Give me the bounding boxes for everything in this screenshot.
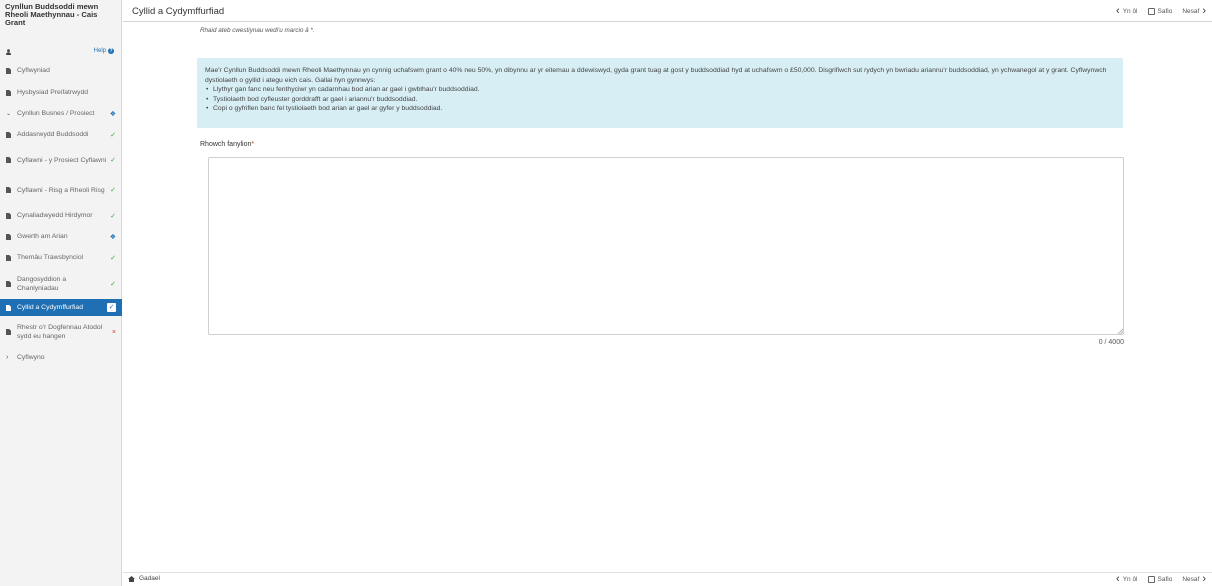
required-note: Rhaid ateb cwestiynau wedi'u marcio â *. [200,27,315,34]
document-icon [6,187,11,193]
save-icon [1147,7,1155,15]
details-label-text: Rhowch fanylion [200,141,252,148]
info-paragraph: Mae'r Cynllun Buddsoddi mewn Rheoli Maet… [205,67,1107,84]
required-marker: * [251,141,255,148]
check-icon: ✓ [110,212,116,220]
chevron-left-icon: ‹ [1116,5,1120,17]
sidebar-item-cyflawni-prosiect[interactable]: Cyflawni - y Prosiect Cyflawni ✓ [0,145,122,175]
sidebar-item-label: Cyllid a Cydymffurfiad [17,304,83,311]
sidebar-item-cyflawni-risg[interactable]: Cyflawni - Risg a Rheoli Risg ✓ [0,175,122,205]
sidebar-item-label: Cynaliadwyedd Hirdymor [17,212,93,219]
sidebar-item-label: Cyflawni - Risg a Rheoli Risg [17,186,105,194]
help-row: Help ? [0,45,122,59]
sidebar-item-label: Cyflwyno [17,354,45,361]
cross-icon: × [111,328,116,336]
info-icon: ❖ [109,233,116,241]
info-icon: ❖ [109,110,116,118]
save-icon [1147,575,1155,583]
sidebar-item-cyflwyniad[interactable]: Cyflwyniad [0,59,122,82]
top-toolbar: ‹ Yn ôl Safio Nesaf › [1116,5,1206,17]
chevron-right-icon: › [1202,5,1206,17]
page-title: Cyllid a Cydymffurfiad [132,6,225,17]
sidebar: Cynllun Buddsoddi mewn Rheoli Maethynnau… [0,0,122,586]
sidebar-item-label: Cynllun Busnes / Prosiect [17,110,95,117]
back-label: Yn ôl [1122,7,1138,15]
check-icon: ✓ [110,157,116,164]
back-button[interactable]: ‹ Yn ôl [1116,573,1138,585]
check-icon: ✓ [110,280,116,288]
char-count: 0 / 4000 [1098,339,1124,346]
next-button[interactable]: Nesaf › [1182,5,1206,17]
check-icon: ✓ [110,254,116,262]
resize-grip-icon[interactable] [1117,328,1123,334]
help-label: Help [93,48,106,54]
sidebar-item-label: Rhestr o'r Dogfennau Atodol sydd eu hang… [17,324,103,340]
list-item: Tystiolaeth bod cyfleuster gorddrafft ar… [205,95,1115,105]
check-icon: ✓ [110,187,116,194]
document-icon [6,67,11,74]
document-icon [6,89,11,96]
sidebar-item-rhestr-dogfennau[interactable]: Rhestr o'r Dogfennau Atodol sydd eu hang… [0,316,122,348]
sidebar-item-hysbysiad[interactable]: Hysbysiad Preifatrwydd [0,82,122,103]
sidebar-item-cyllid[interactable]: Cyllid a Cydymffurfiad ✓ [0,299,122,316]
page-header: Cyllid a Cydymffurfiad ‹ Yn ôl Safio Nes… [123,0,1212,22]
bottom-bar: Gadael ‹ Yn ôl Safio Nesaf › [123,572,1212,586]
exit-button[interactable]: Gadael [128,575,160,582]
save-button[interactable]: Safio [1147,575,1173,583]
sidebar-item-cynllun-busnes[interactable]: ⌄ Cynllun Busnes / Prosiect ❖ [0,103,122,124]
sidebar-item-label: Addasrwydd Buddsoddi [17,131,89,138]
sidebar-item-label: Cyflwyniad [17,67,50,74]
list-item: Copi o gyfriflen banc fel tystiolaeth bo… [205,104,1115,114]
details-label: Rhowch fanylion* [200,141,254,148]
details-textarea[interactable] [208,157,1124,335]
help-link[interactable]: Help ? [94,48,114,54]
save-label: Safio [1157,575,1173,583]
checkbox-check-icon: ✓ [107,303,116,312]
sidebar-item-cyflwyno[interactable]: › Cyflwyno [0,348,122,367]
save-button[interactable]: Safio [1147,7,1173,15]
chevron-right-icon: › [6,354,9,361]
document-icon [6,304,11,311]
sidebar-item-dangosyddion[interactable]: Dangosyddion a Chanlyniadau ✓ [0,268,122,299]
sidebar-item-label: Dangosyddion a Chanlyniadau [17,275,67,292]
document-icon [6,280,11,287]
exit-label: Gadael [139,575,160,582]
user-icon [6,49,11,55]
next-label: Nesaf [1182,575,1200,583]
sidebar-item-addasrwydd[interactable]: Addasrwydd Buddsoddi ✓ [0,124,122,145]
sidebar-item-label: Themâu Trawsbynciol [17,254,84,261]
back-label: Yn ôl [1122,575,1138,583]
document-icon [6,131,11,138]
chevron-down-icon: ⌄ [6,111,12,117]
chevron-right-icon: › [1202,573,1206,585]
check-icon: ✓ [110,131,116,139]
list-item: Llythyr gan fanc neu fenthyciwr yn cadar… [205,85,1115,95]
save-label: Safio [1157,7,1173,15]
document-icon [6,329,11,335]
sidebar-nav: Cyflwyniad Hysbysiad Preifatrwydd ⌄ Cynl… [0,59,122,367]
bottom-toolbar: ‹ Yn ôl Safio Nesaf › [1116,573,1206,585]
home-icon [128,575,135,582]
document-icon [6,212,11,219]
sidebar-item-label: Gwerth am Arian [17,233,68,240]
info-list: Llythyr gan fanc neu fenthyciwr yn cadar… [205,85,1115,114]
back-button[interactable]: ‹ Yn ôl [1116,5,1138,17]
sidebar-item-gwerth-am-arian[interactable]: Gwerth am Arian ❖ [0,226,122,247]
document-icon [6,254,11,261]
document-icon [6,157,11,163]
help-icon: ? [108,48,114,54]
sidebar-footer [0,572,122,586]
info-box: Mae'r Cynllun Buddsoddi mewn Rheoli Maet… [197,58,1123,128]
sidebar-item-label: Hysbysiad Preifatrwydd [17,89,89,96]
sidebar-item-cynaliadwyedd[interactable]: Cynaliadwyedd Hirdymor ✓ [0,205,122,226]
next-button[interactable]: Nesaf › [1182,573,1206,585]
sidebar-item-label: Cyflawni - y Prosiect Cyflawni [17,156,107,164]
document-icon [6,233,11,240]
chevron-left-icon: ‹ [1116,573,1120,585]
next-label: Nesaf [1182,7,1200,15]
sidebar-item-themau[interactable]: Themâu Trawsbynciol ✓ [0,247,122,268]
app-title: Cynllun Buddsoddi mewn Rheoli Maethynnau… [5,2,99,27]
